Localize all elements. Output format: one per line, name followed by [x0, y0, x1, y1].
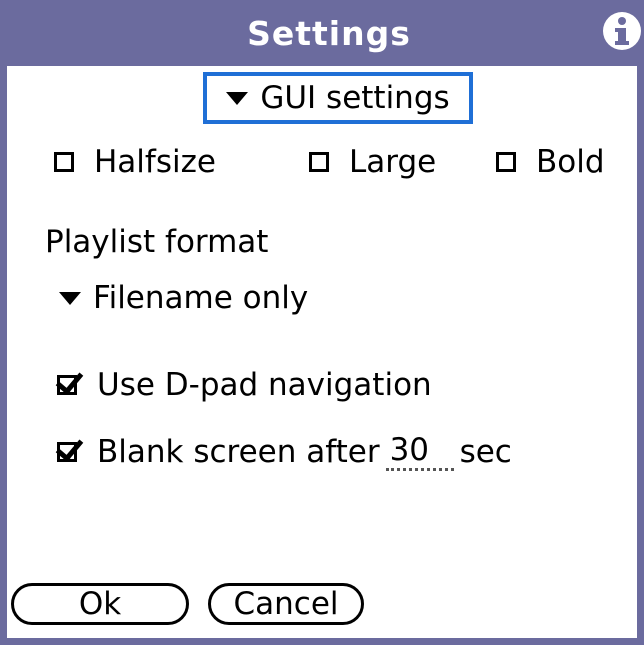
settings-dialog: Settings GUI settings Halfsize Large Bol… — [0, 0, 644, 645]
bold-checkbox[interactable] — [496, 152, 516, 172]
dialog-title: Settings — [247, 14, 411, 53]
halfsize-label: Halfsize — [94, 144, 216, 180]
halfsize-option[interactable]: Halfsize — [54, 144, 216, 180]
playlist-format-value: Filename only — [93, 280, 309, 316]
halfsize-checkbox[interactable] — [54, 152, 74, 172]
ok-button[interactable]: Ok — [11, 583, 189, 625]
blank-screen-label: Blank screen after — [97, 433, 380, 470]
large-option[interactable]: Large — [309, 144, 436, 180]
dropdown-triangle-icon — [59, 291, 81, 305]
bold-label: Bold — [536, 144, 605, 180]
dpad-option[interactable]: Use D-pad navigation — [57, 367, 432, 403]
info-icon[interactable] — [601, 10, 643, 52]
dpad-label: Use D-pad navigation — [97, 367, 432, 403]
section-picker-label: GUI settings — [260, 80, 450, 116]
playlist-format-label: Playlist format — [45, 224, 269, 260]
playlist-format-selector[interactable]: Filename only — [59, 280, 308, 316]
dpad-checkbox[interactable] — [57, 375, 77, 395]
blank-screen-checkbox[interactable] — [57, 441, 77, 462]
section-picker[interactable]: GUI settings — [203, 72, 473, 124]
blank-screen-option[interactable]: Blank screen after 30 sec — [57, 432, 512, 471]
blank-seconds-field[interactable]: 30 — [385, 432, 454, 471]
blank-seconds-unit: sec — [459, 433, 512, 470]
dialog-content: GUI settings Halfsize Large Bold Playlis… — [7, 66, 644, 645]
cancel-button[interactable]: Cancel — [208, 583, 364, 625]
large-checkbox[interactable] — [309, 152, 329, 172]
dropdown-triangle-icon — [226, 91, 249, 105]
title-bar: Settings — [7, 0, 644, 66]
large-label: Large — [349, 144, 437, 180]
bold-option[interactable]: Bold — [496, 144, 605, 180]
